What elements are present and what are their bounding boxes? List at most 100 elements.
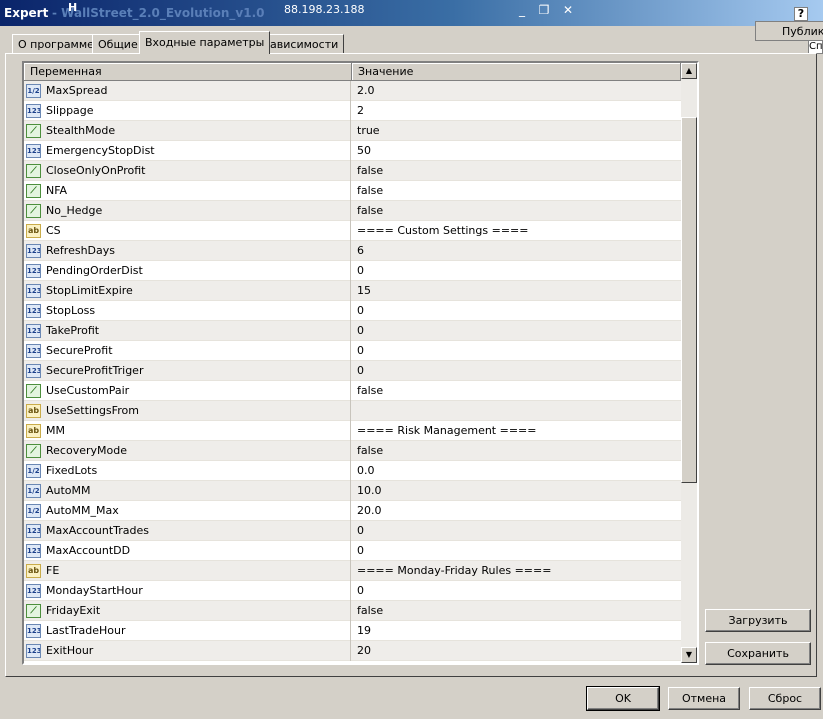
parameter-row[interactable]: ⟋ FridayExit false — [24, 601, 681, 621]
parameter-row[interactable]: ab CS ==== Custom Settings ==== — [24, 221, 681, 241]
parameter-name-cell: 123 EmergencyStopDist — [24, 141, 351, 161]
parameter-name: MaxAccountTrades — [46, 524, 150, 537]
parameter-value[interactable]: ==== Risk Management ==== — [352, 421, 681, 441]
parameter-value[interactable]: ==== Monday-Friday Rules ==== — [352, 561, 681, 581]
vertical-scrollbar[interactable]: ▲ ▼ — [681, 63, 697, 663]
parameter-value[interactable]: 0 — [352, 261, 681, 281]
parameter-row[interactable]: 123 RefreshDays 6 — [24, 241, 681, 261]
parameter-name-cell: 123 RefreshDays — [24, 241, 351, 261]
parameter-row[interactable]: ⟋ UseCustomPair false — [24, 381, 681, 401]
parameter-row[interactable]: ⟋ RecoveryMode false — [24, 441, 681, 461]
save-button[interactable]: Сохранить — [705, 642, 811, 665]
parameter-row[interactable]: 123 MondayStartHour 0 — [24, 581, 681, 601]
parameter-row[interactable]: ⟋ StealthMode true — [24, 121, 681, 141]
int-type-icon: 123 — [26, 284, 41, 298]
parameter-value[interactable]: 20 — [352, 641, 681, 661]
load-button[interactable]: Загрузить — [705, 609, 811, 632]
parameter-value[interactable]: ==== Custom Settings ==== — [352, 221, 681, 241]
parameter-name-cell: 123 MaxAccountTrades — [24, 521, 351, 541]
parameter-name: PendingOrderDist — [46, 264, 143, 277]
parameter-value[interactable]: false — [352, 441, 681, 461]
scroll-up-icon[interactable]: ▲ — [681, 63, 697, 79]
parameter-value[interactable]: 6 — [352, 241, 681, 261]
parameter-value[interactable]: 15 — [352, 281, 681, 301]
int-type-icon: 123 — [26, 624, 41, 638]
parameter-value[interactable]: false — [352, 161, 681, 181]
restore-button[interactable]: ❐ — [536, 3, 552, 17]
parameter-name-cell: 123 MondayStartHour — [24, 581, 351, 601]
parameter-value[interactable]: false — [352, 181, 681, 201]
string-type-icon: ab — [26, 564, 41, 578]
parameter-value[interactable]: 0 — [352, 341, 681, 361]
parameter-row[interactable]: 123 MaxAccountDD 0 — [24, 541, 681, 561]
bool-type-icon: ⟋ — [26, 204, 41, 218]
parameter-value[interactable] — [352, 401, 681, 421]
overlay-h-icon: H — [68, 1, 78, 14]
parameter-name-cell: ab MM — [24, 421, 351, 441]
parameter-row[interactable]: 123 StopLoss 0 — [24, 301, 681, 321]
parameter-row[interactable]: ⟋ NFA false — [24, 181, 681, 201]
parameter-row[interactable]: 123 SecureProfitTriger 0 — [24, 361, 681, 381]
parameter-row[interactable]: 123 TakeProfit 0 — [24, 321, 681, 341]
parameter-value[interactable]: 19 — [352, 621, 681, 641]
parameter-row[interactable]: 123 ExitHour 20 — [24, 641, 681, 661]
parameter-value[interactable]: 0 — [352, 521, 681, 541]
parameter-value[interactable]: 20.0 — [352, 501, 681, 521]
minimize-button[interactable]: _ — [514, 3, 530, 17]
parameter-name: StopLimitExpire — [46, 284, 133, 297]
reset-button[interactable]: Сброс — [749, 687, 821, 710]
bool-type-icon: ⟋ — [26, 164, 41, 178]
cancel-button[interactable]: Отмена — [668, 687, 740, 710]
tab-about[interactable]: О программе — [12, 34, 100, 53]
parameter-value[interactable]: false — [352, 201, 681, 221]
parameter-row[interactable]: 123 StopLimitExpire 15 — [24, 281, 681, 301]
parameter-value[interactable]: 10.0 — [352, 481, 681, 501]
parameter-name-cell: ab UseSettingsFrom — [24, 401, 351, 421]
column-header-value[interactable]: Значение — [352, 63, 681, 81]
parameter-value[interactable]: 2.0 — [352, 81, 681, 101]
parameter-row[interactable]: ab UseSettingsFrom — [24, 401, 681, 421]
parameter-row[interactable]: 123 MaxAccountTrades 0 — [24, 521, 681, 541]
window-title: Expert — [4, 6, 49, 20]
parameter-row[interactable]: 123 PendingOrderDist 0 — [24, 261, 681, 281]
parameter-name-cell: ⟋ CloseOnlyOnProfit — [24, 161, 351, 181]
parameter-value[interactable]: 0 — [352, 301, 681, 321]
parameter-value[interactable]: 0 — [352, 361, 681, 381]
ok-button[interactable]: OK — [586, 686, 660, 711]
tab-common[interactable]: Общие — [92, 34, 144, 53]
column-header-variable[interactable]: Переменная — [24, 63, 352, 81]
parameter-row[interactable]: ab MM ==== Risk Management ==== — [24, 421, 681, 441]
parameter-value[interactable]: 2 — [352, 101, 681, 121]
parameter-row[interactable]: 1/2 FixedLots 0.0 — [24, 461, 681, 481]
title-bar[interactable]: Expert - WallStreet_2.0_Evolution_v1.0 H… — [0, 0, 823, 26]
parameter-value[interactable]: false — [352, 601, 681, 621]
parameter-row[interactable]: 1/2 AutoMM 10.0 — [24, 481, 681, 501]
parameter-name-cell: 123 MaxAccountDD — [24, 541, 351, 561]
parameter-value[interactable]: 50 — [352, 141, 681, 161]
parameter-name: RefreshDays — [46, 244, 115, 257]
parameter-value[interactable]: 0 — [352, 541, 681, 561]
parameter-row[interactable]: ⟋ CloseOnlyOnProfit false — [24, 161, 681, 181]
scroll-thumb[interactable] — [681, 117, 697, 483]
parameter-row[interactable]: 123 Slippage 2 — [24, 101, 681, 121]
parameter-row[interactable]: ⟋ No_Hedge false — [24, 201, 681, 221]
parameter-value[interactable]: 0.0 — [352, 461, 681, 481]
parameter-row[interactable]: 123 EmergencyStopDist 50 — [24, 141, 681, 161]
bool-type-icon: ⟋ — [26, 124, 41, 138]
publish-button[interactable]: Публик — [755, 21, 823, 41]
scroll-down-icon[interactable]: ▼ — [681, 647, 697, 663]
parameter-name-cell: 123 ExitHour — [24, 641, 351, 661]
parameter-value[interactable]: 0 — [352, 321, 681, 341]
parameter-value[interactable]: 0 — [352, 581, 681, 601]
parameter-value[interactable]: false — [352, 381, 681, 401]
parameter-name: StealthMode — [46, 124, 116, 137]
parameter-value[interactable]: true — [352, 121, 681, 141]
close-button[interactable]: ✕ — [560, 3, 576, 17]
parameter-row[interactable]: 1/2 MaxSpread 2.0 — [24, 81, 681, 101]
parameter-row[interactable]: 123 LastTradeHour 19 — [24, 621, 681, 641]
parameter-row[interactable]: ab FE ==== Monday-Friday Rules ==== — [24, 561, 681, 581]
help-button[interactable]: ? — [794, 7, 808, 21]
parameter-row[interactable]: 1/2 AutoMM_Max 20.0 — [24, 501, 681, 521]
parameter-row[interactable]: 123 SecureProfit 0 — [24, 341, 681, 361]
tab-input-parameters[interactable]: Входные параметры — [139, 31, 271, 54]
